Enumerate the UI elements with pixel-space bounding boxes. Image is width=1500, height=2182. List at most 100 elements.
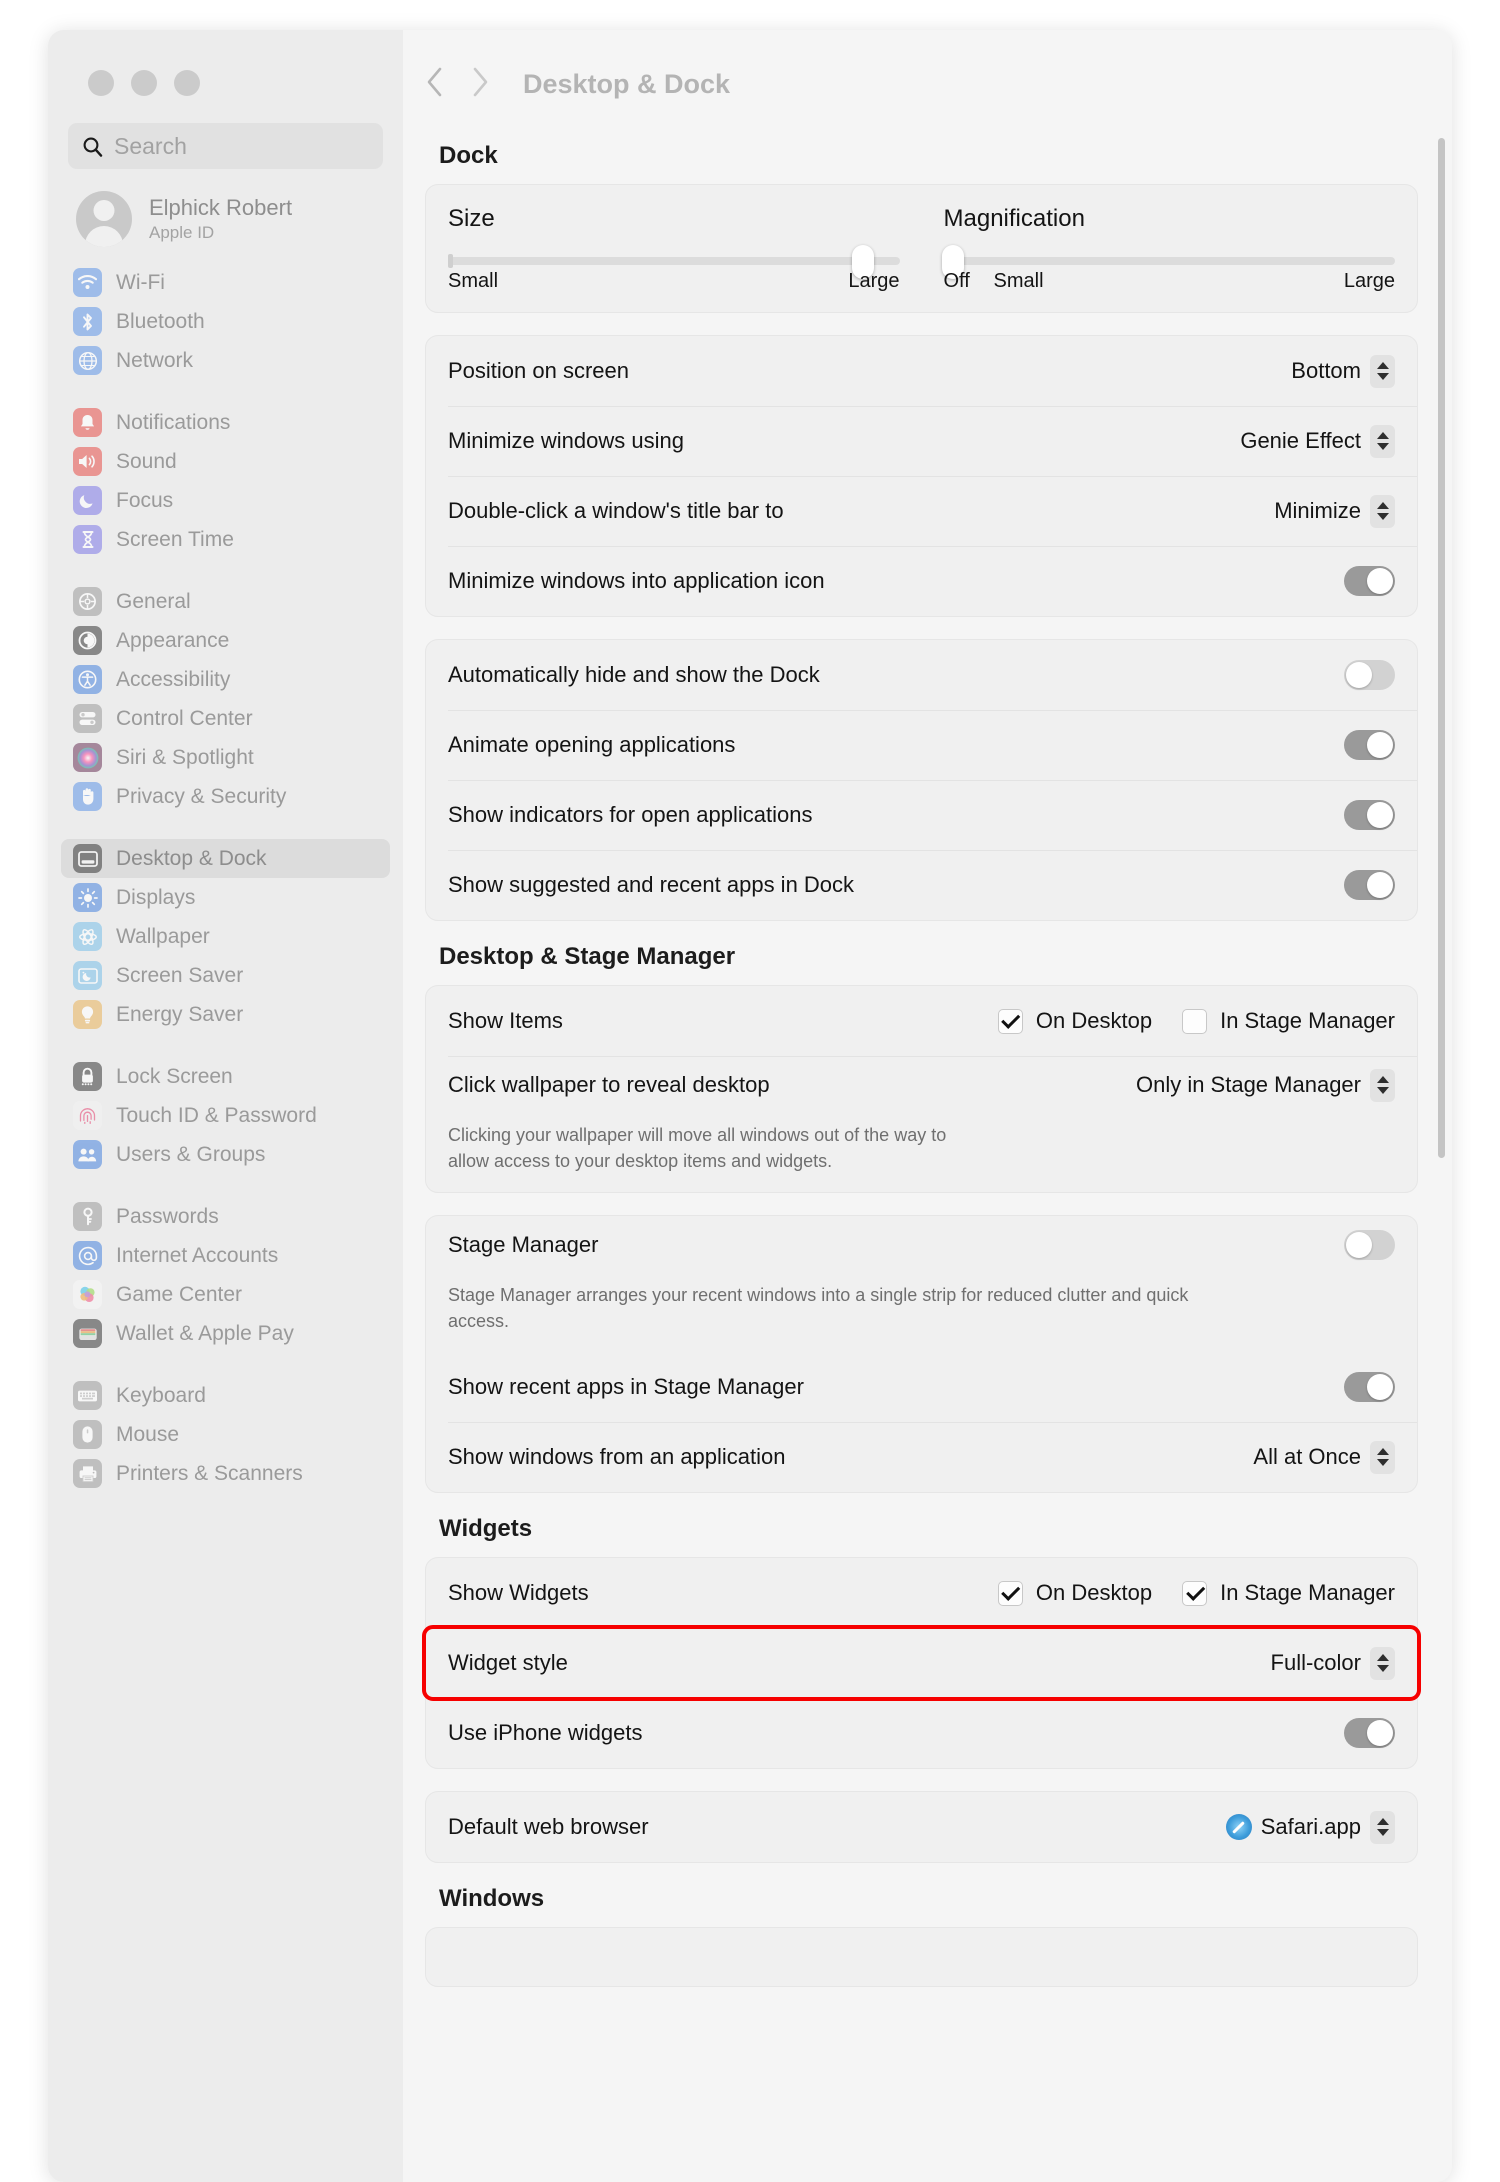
chevron-updown-icon[interactable] [1370, 494, 1395, 528]
click-wallpaper-popup[interactable]: Only in Stage Manager [1136, 1068, 1395, 1102]
close-button[interactable] [88, 70, 114, 96]
sidebar-item-appearance[interactable]: Appearance [61, 621, 390, 660]
show-widgets-on-desktop-checkbox[interactable]: On Desktop [997, 1580, 1152, 1606]
sidebar-item-label: Desktop & Dock [116, 846, 267, 870]
magnification-off-label: Off [943, 270, 970, 292]
sidebar-item-label: Wi-Fi [116, 270, 165, 294]
checkbox-box[interactable] [997, 1008, 1023, 1034]
sidebar-item-internet-accounts[interactable]: Internet Accounts [61, 1236, 390, 1275]
dock-size-slider-group: Size Small Large [426, 205, 922, 298]
sidebar-item-energy-saver[interactable]: Energy Saver [61, 995, 390, 1034]
toggle-switch[interactable] [1344, 660, 1395, 690]
toggle-switch[interactable] [1344, 800, 1395, 830]
fingerprint-icon [73, 1101, 102, 1130]
apple-id-account-row[interactable]: Elphick Robert Apple ID [76, 191, 403, 247]
sidebar-item-general[interactable]: General [61, 582, 390, 621]
row-label: Automatically hide and show the Dock [448, 662, 820, 687]
sidebar-item-keyboard[interactable]: Keyboard [61, 1376, 390, 1415]
sidebar-item-label: Network [116, 348, 194, 372]
chevron-updown-icon[interactable] [1370, 1646, 1395, 1680]
checkbox-box[interactable] [1182, 1580, 1208, 1606]
vertical-scrollbar[interactable] [1438, 138, 1445, 1158]
use-iphone-widgets-toggle[interactable] [1344, 1718, 1395, 1749]
toolbar: Desktop & Dock [403, 30, 1452, 106]
checkbox-box[interactable] [997, 1580, 1023, 1606]
show-items-on-desktop-checkbox[interactable]: On Desktop [997, 1008, 1152, 1034]
popup-value: All at Once [1253, 1444, 1361, 1470]
checkbox-label: In Stage Manager [1220, 1580, 1395, 1606]
popup-button[interactable]: All at Once [1253, 1440, 1395, 1474]
sidebar-item-desktop-dock[interactable]: Desktop & Dock [61, 839, 390, 878]
back-chevron-icon[interactable] [425, 66, 445, 103]
toggle-switch[interactable] [1344, 1372, 1395, 1403]
search-input[interactable] [114, 132, 369, 160]
chevron-updown-icon[interactable] [1370, 354, 1395, 388]
popup-value: Genie Effect [1240, 428, 1361, 453]
forward-chevron-icon[interactable] [470, 66, 490, 103]
chevron-updown-icon[interactable] [1370, 1810, 1395, 1844]
wallpaper-icon [73, 922, 102, 951]
contrast-icon [73, 626, 102, 655]
sidebar-item-displays[interactable]: Displays [61, 878, 390, 917]
sidebar-item-label: Screen Saver [116, 963, 244, 987]
default-browser-popup[interactable]: Safari.app [1225, 1810, 1395, 1844]
chevron-updown-icon[interactable] [1370, 1440, 1395, 1474]
show-widgets-in-stage-manager-checkbox[interactable]: In Stage Manager [1182, 1580, 1395, 1606]
sidebar-item-focus[interactable]: Focus [61, 481, 390, 520]
sidebar-item-wi-fi[interactable]: Wi-Fi [61, 263, 390, 302]
position-on-screen-row: Position on screen Bottom [426, 336, 1417, 406]
sidebar-item-touch-id-password[interactable]: Touch ID & Password [61, 1096, 390, 1135]
toggle-switch[interactable] [1344, 566, 1395, 596]
chevron-updown-icon[interactable] [1370, 424, 1395, 458]
magnification-slider[interactable] [941, 245, 1395, 279]
search-field[interactable] [68, 123, 383, 169]
sidebar-item-label: Displays [116, 885, 196, 909]
toggle-switch[interactable] [1344, 870, 1395, 900]
row-label: Minimize windows using [448, 428, 684, 453]
sidebar-item-screen-saver[interactable]: Screen Saver [61, 956, 390, 995]
checkbox-box[interactable] [1182, 1008, 1208, 1034]
row-label: Show indicators for open applications [448, 802, 813, 827]
sidebar-item-privacy-security[interactable]: Privacy & Security [61, 777, 390, 816]
sidebar-item-label: Wallpaper [116, 924, 210, 948]
sidebar-item-accessibility[interactable]: Accessibility [61, 660, 390, 699]
chevron-updown-icon[interactable] [1370, 1068, 1395, 1102]
sidebar-item-label: Energy Saver [116, 1002, 244, 1026]
sidebar-item-game-center[interactable]: Game Center [61, 1275, 390, 1314]
show-widgets-label: Show Widgets [448, 1580, 589, 1606]
sidebar-item-sound[interactable]: Sound [61, 442, 390, 481]
popup-value: Minimize [1274, 498, 1361, 523]
sidebar-item-notifications[interactable]: Notifications [61, 403, 390, 442]
minimize-button[interactable] [131, 70, 157, 96]
sidebar-item-wallpaper[interactable]: Wallpaper [61, 917, 390, 956]
sidebar-item-passwords[interactable]: Passwords [61, 1197, 390, 1236]
stage-manager-toggle[interactable] [1344, 1230, 1395, 1261]
dock-behaviour-card: Automatically hide and show the Dock Anim… [425, 639, 1418, 921]
dock-sliders-card: Size Small Large Magnification Off Small… [425, 184, 1418, 313]
sidebar-item-siri-spotlight[interactable]: Siri & Spotlight [61, 738, 390, 777]
toggle-switch[interactable] [1344, 730, 1395, 760]
sidebar-item-label: Lock Screen [116, 1064, 233, 1088]
popup-button[interactable]: Minimize [1274, 494, 1395, 528]
widget-style-popup[interactable]: Full-color [1271, 1646, 1395, 1680]
click-wallpaper-row: Click wallpaper to reveal desktop Only i… [426, 1056, 1417, 1126]
sidebar-item-control-center[interactable]: Control Center [61, 699, 390, 738]
speaker-icon [73, 447, 102, 476]
size-slider[interactable] [448, 245, 900, 279]
sidebar-item-network[interactable]: Network [61, 341, 390, 380]
show-items-in-stage-manager-checkbox[interactable]: In Stage Manager [1182, 1008, 1395, 1034]
sidebar-item-lock-screen[interactable]: Lock Screen [61, 1057, 390, 1096]
zoom-button[interactable] [174, 70, 200, 96]
sidebar-item-label: Notifications [116, 410, 231, 434]
popup-button[interactable]: Bottom [1291, 354, 1395, 388]
popup-button[interactable]: Genie Effect [1240, 424, 1395, 458]
widget-style-row[interactable]: Widget style Full-color [426, 1628, 1417, 1698]
sidebar-item-wallet-apple-pay[interactable]: Wallet & Apple Pay [61, 1314, 390, 1353]
click-wallpaper-label: Click wallpaper to reveal desktop [448, 1072, 770, 1097]
sidebar-item-users-groups[interactable]: Users & Groups [61, 1135, 390, 1174]
sidebar-item-screen-time[interactable]: Screen Time [61, 520, 390, 559]
sidebar-item-printers-scanners[interactable]: Printers & Scanners [61, 1454, 390, 1493]
sidebar-item-mouse[interactable]: Mouse [61, 1415, 390, 1454]
show-recent-apps-in-stage-manager-row: Show recent apps in Stage Manager [426, 1352, 1417, 1422]
sidebar-item-bluetooth[interactable]: Bluetooth [61, 302, 390, 341]
